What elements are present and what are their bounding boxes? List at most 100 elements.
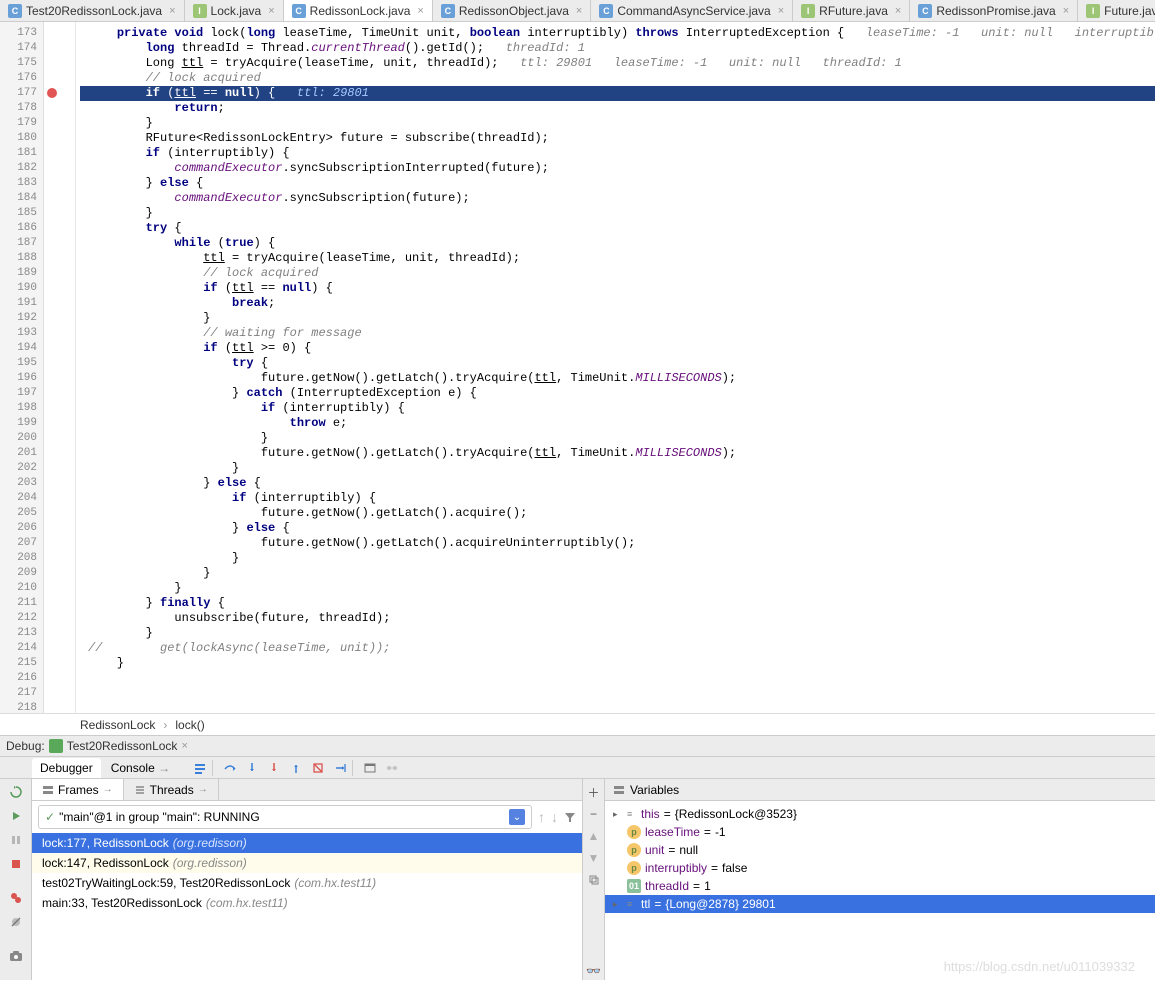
code-line[interactable]: if (interruptibly) { [80, 491, 1155, 506]
thread-select[interactable]: ✓ "main"@1 in group "main": RUNNING ⌄ [38, 805, 532, 829]
code-line[interactable]: commandExecutor.syncSubscriptionInterrup… [80, 161, 1155, 176]
variable-row[interactable]: pleaseTime = -1 [605, 823, 1155, 841]
code-line[interactable]: } [80, 206, 1155, 221]
code-line[interactable]: // get(lockAsync(leaseTime, unit)); [80, 641, 1155, 656]
filter-icon[interactable] [564, 811, 576, 823]
code-line[interactable]: if (ttl >= 0) { [80, 341, 1155, 356]
variable-list[interactable]: ▸≡this = {RedissonLock@3523}pleaseTime =… [605, 801, 1155, 980]
pause-icon[interactable] [6, 830, 26, 850]
code-line[interactable]: } else { [80, 176, 1155, 191]
code-line[interactable]: try { [80, 221, 1155, 236]
run-to-cursor-icon[interactable] [330, 758, 350, 778]
close-icon[interactable]: × [268, 5, 274, 17]
close-icon[interactable]: × [417, 5, 423, 17]
step-out-icon[interactable] [286, 758, 306, 778]
variable-row[interactable]: ▸≡this = {RedissonLock@3523} [605, 805, 1155, 823]
code-line[interactable]: } [80, 551, 1155, 566]
breakpoint-icon[interactable] [47, 88, 57, 98]
remove-watch-icon[interactable]: − [585, 805, 603, 823]
code-line[interactable]: Long ttl = tryAcquire(leaseTime, unit, t… [80, 56, 1155, 71]
show-execution-point-icon[interactable] [190, 758, 210, 778]
code-line[interactable]: long threadId = Thread.currentThread().g… [80, 41, 1155, 56]
editor-tab[interactable]: IFuture.java× [1078, 0, 1155, 21]
debug-config-name[interactable]: Test20RedissonLock [67, 739, 178, 753]
step-into-icon[interactable] [242, 758, 262, 778]
drop-frame-icon[interactable] [308, 758, 328, 778]
new-watch-icon[interactable]: ＋ [585, 783, 603, 801]
variable-row[interactable]: punit = null [605, 841, 1155, 859]
down-icon[interactable]: ▼ [585, 849, 603, 867]
variable-row[interactable]: ▸≡ttl = {Long@2878} 29801 [605, 895, 1155, 913]
console-tab[interactable]: Console → [103, 758, 178, 778]
editor-tab[interactable]: CTest20RedissonLock.java× [0, 0, 185, 21]
code-line[interactable]: future.getNow().getLatch().acquire(); [80, 506, 1155, 521]
code-line[interactable]: while (true) { [80, 236, 1155, 251]
variable-row[interactable]: 01threadId = 1 [605, 877, 1155, 895]
close-icon[interactable]: × [576, 5, 582, 17]
force-step-into-icon[interactable] [264, 758, 284, 778]
code-line[interactable]: } [80, 431, 1155, 446]
code-line[interactable]: } finally { [80, 596, 1155, 611]
code-line[interactable]: // lock acquired [80, 71, 1155, 86]
editor-tab[interactable]: IRFuture.java× [793, 0, 910, 21]
code-area[interactable]: private void lock(long leaseTime, TimeUn… [76, 22, 1155, 713]
resume-icon[interactable] [6, 806, 26, 826]
code-line[interactable]: } catch (InterruptedException e) { [80, 386, 1155, 401]
close-icon[interactable]: × [1063, 5, 1069, 17]
evaluate-expression-icon[interactable] [360, 758, 380, 778]
code-line[interactable]: // lock acquired [80, 266, 1155, 281]
stack-frame[interactable]: main:33, Test20RedissonLock (com.hx.test… [32, 893, 582, 913]
rerun-icon[interactable] [6, 782, 26, 802]
stack-frame[interactable]: lock:177, RedissonLock (org.redisson) [32, 833, 582, 853]
code-line[interactable]: if (interruptibly) { [80, 401, 1155, 416]
code-line[interactable]: } [80, 461, 1155, 476]
code-line[interactable]: if (ttl == null) { [80, 281, 1155, 296]
stack-frame[interactable]: test02TryWaitingLock:59, Test20RedissonL… [32, 873, 582, 893]
code-line[interactable]: unsubscribe(future, threadId); [80, 611, 1155, 626]
code-line[interactable]: } else { [80, 476, 1155, 491]
breadcrumb-item[interactable]: RedissonLock [80, 718, 155, 732]
close-icon[interactable]: × [778, 5, 784, 17]
editor-tab[interactable]: ILock.java× [185, 0, 284, 21]
debugger-tab[interactable]: Debugger [32, 758, 101, 778]
code-line[interactable]: ttl = tryAcquire(leaseTime, unit, thread… [80, 251, 1155, 266]
code-line[interactable]: } [80, 626, 1155, 641]
editor-tab[interactable]: CRedissonPromise.java× [910, 0, 1078, 21]
camera-icon[interactable] [6, 946, 26, 966]
show-watches-icon[interactable]: 👓 [585, 962, 603, 980]
code-line[interactable]: } [80, 116, 1155, 131]
frame-list[interactable]: lock:177, RedissonLock (org.redisson)loc… [32, 833, 582, 980]
code-line[interactable]: commandExecutor.syncSubscription(future)… [80, 191, 1155, 206]
expand-icon[interactable]: ▸ [613, 809, 623, 820]
prev-frame-icon[interactable]: ↑ [538, 809, 545, 825]
code-line[interactable]: if (ttl == null) { ttl: 29801 [80, 86, 1155, 101]
code-line[interactable]: return; [80, 101, 1155, 116]
breadcrumb-item[interactable]: lock() [175, 718, 204, 732]
code-line[interactable]: future.getNow().getLatch().tryAcquire(tt… [80, 446, 1155, 461]
close-icon[interactable]: × [181, 740, 187, 752]
code-line[interactable]: RFuture<RedissonLockEntry> future = subs… [80, 131, 1155, 146]
editor-tab[interactable]: CRedissonLock.java× [284, 0, 433, 21]
code-line[interactable]: } [80, 311, 1155, 326]
expand-icon[interactable]: ▸ [613, 899, 623, 910]
frames-tab[interactable]: Frames → [32, 779, 124, 800]
breadcrumb[interactable]: RedissonLock › lock() [0, 713, 1155, 735]
editor-tab[interactable]: CRedissonObject.java× [433, 0, 592, 21]
code-line[interactable]: } [80, 581, 1155, 596]
step-over-icon[interactable] [220, 758, 240, 778]
stack-frame[interactable]: lock:147, RedissonLock (org.redisson) [32, 853, 582, 873]
code-line[interactable]: } [80, 656, 1155, 671]
close-icon[interactable]: × [169, 5, 175, 17]
stop-icon[interactable] [6, 854, 26, 874]
view-breakpoints-icon[interactable] [6, 888, 26, 908]
code-line[interactable]: if (interruptibly) { [80, 146, 1155, 161]
duplicate-icon[interactable] [585, 871, 603, 889]
editor-tab[interactable]: CCommandAsyncService.java× [591, 0, 793, 21]
close-icon[interactable]: × [895, 5, 901, 17]
code-line[interactable]: break; [80, 296, 1155, 311]
code-line[interactable]: } [80, 566, 1155, 581]
code-line[interactable]: private void lock(long leaseTime, TimeUn… [80, 26, 1155, 41]
threads-tab[interactable]: Threads → [124, 779, 219, 800]
code-line[interactable]: future.getNow().getLatch().acquireUninte… [80, 536, 1155, 551]
breakpoint-gutter[interactable] [44, 22, 76, 713]
